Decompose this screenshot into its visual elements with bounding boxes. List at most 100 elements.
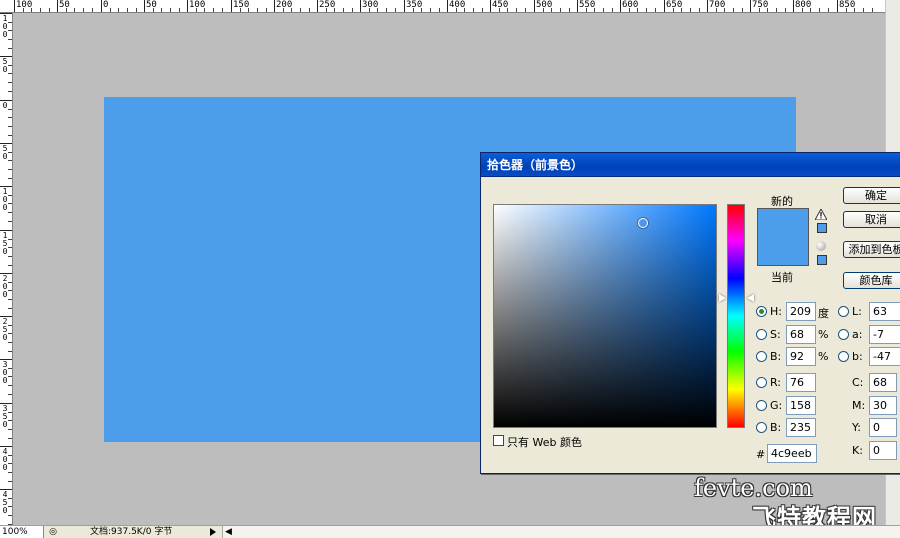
horizontal-scrollbar[interactable]: ◀: [222, 526, 900, 538]
radio-b[interactable]: [756, 351, 767, 362]
rgb-b-input[interactable]: 235: [786, 418, 816, 437]
ruler-major-tick: [490, 0, 491, 12]
ruler-label: 300: [2, 360, 8, 385]
hue-slider-left-arrow[interactable]: [719, 294, 726, 302]
ruler-minor-tick: [8, 290, 12, 291]
ruler-label: 200: [276, 0, 293, 10]
current-color-label: 当前: [771, 271, 793, 284]
zoom-field[interactable]: 100%: [0, 526, 44, 538]
h-input[interactable]: 209: [786, 302, 816, 321]
new-color-swatch[interactable]: [758, 209, 808, 237]
radio-l[interactable]: [838, 306, 849, 317]
ruler-minor-tick: [733, 8, 734, 12]
radio-g[interactable]: [756, 400, 767, 411]
radio-rgb-b[interactable]: [756, 422, 767, 433]
m-input[interactable]: 30: [869, 396, 897, 415]
web-safe-warning-icon[interactable]: [816, 241, 826, 251]
web-safe-color-swatch[interactable]: [817, 255, 827, 265]
radio-a[interactable]: [838, 329, 849, 340]
y-label: Y:: [852, 421, 861, 434]
hue-slider-right-arrow[interactable]: [747, 294, 754, 302]
ruler-minor-tick: [23, 8, 24, 12]
color-libraries-button[interactable]: 颜色库: [843, 272, 900, 289]
ruler-label: 150: [2, 231, 8, 256]
ruler-minor-tick: [248, 8, 249, 12]
web-colors-only-label[interactable]: 只有 Web 颜色: [507, 434, 582, 450]
ruler-minor-tick: [92, 8, 93, 12]
ruler-minor-tick: [8, 22, 12, 23]
ruler-minor-tick: [629, 8, 630, 12]
hex-label: #: [756, 448, 766, 461]
r-input[interactable]: 76: [786, 373, 816, 392]
horizontal-ruler[interactable]: 100 50 0 50 100 150 200 250 300 350 400 450 500 550 60…: [0, 0, 900, 13]
ruler-minor-tick: [525, 8, 526, 12]
b-input[interactable]: 92: [786, 347, 816, 366]
ruler-minor-tick: [153, 8, 154, 12]
ruler-minor-tick: [482, 8, 483, 12]
ruler-minor-tick: [8, 429, 12, 430]
color-field[interactable]: [493, 204, 717, 428]
c-input[interactable]: 68: [869, 373, 897, 392]
ruler-minor-tick: [8, 82, 12, 83]
g-input[interactable]: 158: [786, 396, 816, 415]
ruler-minor-tick: [8, 109, 12, 110]
ruler-minor-tick: [49, 8, 50, 12]
l-input[interactable]: 63: [869, 302, 900, 321]
color-field-cursor[interactable]: [638, 218, 648, 228]
h-unit: 度: [818, 307, 829, 320]
ruler-major-tick: [101, 0, 102, 12]
ruler-minor-tick: [499, 8, 500, 12]
ruler-minor-tick: [395, 8, 396, 12]
ruler-minor-tick: [8, 212, 12, 213]
hue-slider[interactable]: [727, 204, 745, 428]
hex-input[interactable]: 4c9eeb: [767, 444, 817, 463]
ruler-minor-tick: [8, 342, 12, 343]
k-input[interactable]: 0: [869, 441, 897, 460]
ruler-minor-tick: [8, 126, 12, 127]
a-input[interactable]: -7: [869, 325, 900, 344]
ruler-minor-tick: [40, 8, 41, 12]
ruler-minor-tick: [430, 8, 431, 12]
out-of-gamut-warning-icon[interactable]: [815, 209, 827, 220]
ruler-minor-tick: [785, 8, 786, 12]
ruler-label: 450: [492, 0, 509, 10]
ruler-minor-tick: [334, 8, 335, 12]
status-menu-arrow-icon[interactable]: [208, 527, 218, 537]
color-picker-dialog: 拾色器（前景色） 新的 当前 确定 取消 添加到色板 颜色库 H: 209 度: [480, 152, 900, 474]
ruler-minor-tick: [8, 325, 12, 326]
ruler-label: 250: [319, 0, 336, 10]
ruler-label: 100: [2, 14, 8, 39]
y-input[interactable]: 0: [869, 418, 897, 437]
ruler-minor-tick: [196, 8, 197, 12]
radio-lab-b[interactable]: [838, 351, 849, 362]
scroll-left-arrow-icon[interactable]: ◀: [225, 526, 232, 538]
web-colors-only-checkbox[interactable]: [493, 435, 504, 446]
current-color-swatch[interactable]: [758, 237, 808, 265]
ruler-minor-tick: [464, 8, 465, 12]
ruler-minor-tick: [872, 8, 873, 12]
ruler-minor-tick: [690, 8, 691, 12]
ruler-minor-tick: [213, 8, 214, 12]
gamut-color-swatch[interactable]: [817, 223, 827, 233]
radio-h[interactable]: [756, 306, 767, 317]
vertical-ruler[interactable]: 10050050100150200250300350400450: [0, 13, 13, 525]
ok-button[interactable]: 确定: [843, 187, 900, 204]
ruler-minor-tick: [560, 8, 561, 12]
radio-r[interactable]: [756, 377, 767, 388]
ruler-label: 100: [16, 0, 33, 10]
ruler-minor-tick: [439, 8, 440, 12]
ruler-major-tick: [231, 0, 232, 12]
add-to-swatches-button[interactable]: 添加到色板: [843, 241, 900, 258]
s-input[interactable]: 68: [786, 325, 816, 344]
ruler-minor-tick: [551, 8, 552, 12]
dialog-title[interactable]: 拾色器（前景色）: [481, 153, 900, 177]
radio-s[interactable]: [756, 329, 767, 340]
status-nav-icon[interactable]: ◎: [46, 526, 60, 538]
cancel-button[interactable]: 取消: [843, 211, 900, 228]
ruler-minor-tick: [637, 8, 638, 12]
ruler-label: 50: [59, 0, 70, 10]
ruler-minor-tick: [646, 8, 647, 12]
ruler-minor-tick: [8, 117, 12, 118]
ruler-minor-tick: [8, 299, 12, 300]
lab-b-input[interactable]: -47: [869, 347, 900, 366]
